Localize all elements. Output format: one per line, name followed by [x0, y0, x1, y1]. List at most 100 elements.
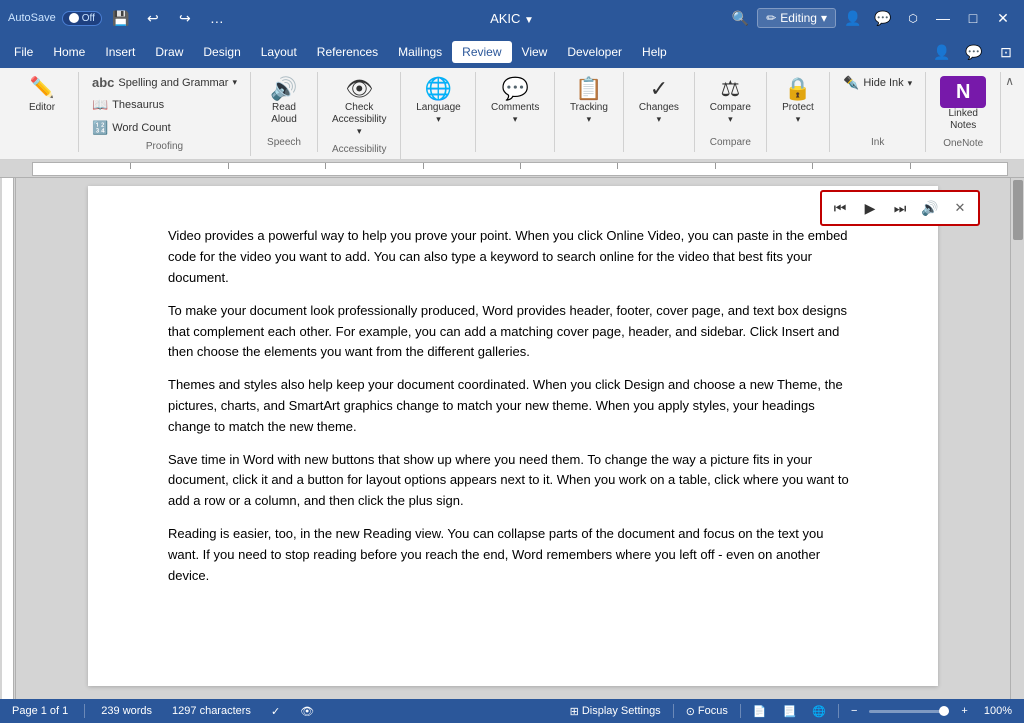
zoom-minus-button[interactable]: − — [847, 705, 861, 717]
hide-ink-button[interactable]: ✒️ Hide Ink ▾ — [838, 72, 917, 94]
paragraph-3: Themes and styles also help keep your do… — [168, 375, 858, 437]
menu-bar: File Home Insert Draw Design Layout Refe… — [0, 36, 1024, 68]
changes-icon: ✓ — [650, 76, 668, 102]
right-scrollbar[interactable] — [1010, 178, 1024, 699]
page-label: Page 1 of 1 — [12, 705, 68, 717]
comments-ribbon-button[interactable]: 💬 Comments ▾ — [484, 72, 545, 130]
document-area[interactable]: ⏮ ▶ ⏭ 🔊 ✕ Video provides a powerful way … — [16, 178, 1010, 699]
title-bar-right: 🔍 ✏ Editing ▾ 👤 💬 ⬡ — □ ✕ — [680, 5, 1016, 31]
more-button[interactable]: … — [204, 5, 230, 31]
compare-button[interactable]: ⚖ Compare ▾ — [703, 72, 758, 130]
maximize-button[interactable]: □ — [960, 5, 986, 31]
menu-insert[interactable]: Insert — [95, 41, 145, 63]
linked-notes-button[interactable]: N LinkedNotes — [934, 72, 992, 136]
word-count-button[interactable]: 🔢 Word Count — [87, 117, 242, 139]
view-mode-read[interactable]: 📄 — [749, 705, 771, 718]
view-mode-print[interactable]: 📃 — [779, 705, 801, 718]
share-button[interactable]: 👤 — [840, 5, 866, 31]
ribbon-collapse-button[interactable]: ∧ — [1001, 72, 1018, 90]
comments-ribbon-label: Comments ▾ — [490, 102, 539, 126]
read-aloud-speaker-button[interactable]: 🔊 — [916, 194, 944, 222]
menu-mailings[interactable]: Mailings — [388, 41, 452, 63]
redo-button[interactable]: ↪ — [172, 5, 198, 31]
display-settings-button[interactable]: ⊞ Display Settings — [566, 705, 665, 718]
paragraph-2: To make your document look professionall… — [168, 301, 858, 363]
menu-developer[interactable]: Developer — [557, 41, 632, 63]
status-bar-right: ⊞ Display Settings ⊙ Focus 📄 📃 🌐 − + 100… — [566, 704, 1016, 718]
accessibility-label: Accessibility — [326, 142, 392, 155]
page-status[interactable]: Page 1 of 1 — [8, 705, 72, 717]
minimize-button[interactable]: — — [930, 5, 956, 31]
ribbon-group-speech: 🔊 ReadAloud Speech — [251, 72, 318, 152]
app-title: AKIC ▼ — [344, 11, 680, 26]
autosave-off-label: Off — [82, 13, 95, 24]
ribbon-toggle-button[interactable]: ⬡ — [900, 5, 926, 31]
focus-button[interactable]: ⊙ Focus — [682, 705, 732, 718]
ribbon-group-protect: 🔒 Protect ▾ — [767, 72, 830, 152]
menu-references[interactable]: References — [307, 41, 388, 63]
language-button[interactable]: 🌐 Language ▾ — [409, 72, 467, 130]
focus-label: Focus — [698, 705, 728, 717]
editing-badge[interactable]: ✏ Editing ▾ — [757, 8, 836, 28]
autosave-toggle[interactable]: Off — [62, 11, 102, 26]
comments-menu-button[interactable]: 💬 — [960, 38, 988, 66]
thesaurus-button[interactable]: 📖 Thesaurus — [87, 94, 242, 116]
search-button[interactable]: 🔍 — [727, 5, 753, 31]
menu-file[interactable]: File — [4, 41, 43, 63]
menu-design[interactable]: Design — [193, 41, 250, 63]
comments-title-button[interactable]: 💬 — [870, 5, 896, 31]
language-icon: 🌐 — [425, 76, 452, 102]
undo-button[interactable]: ↩ — [140, 5, 166, 31]
read-aloud-label: ReadAloud — [271, 102, 297, 126]
ribbon-group-accessibility: 👁 CheckAccessibility ▾ Accessibility — [318, 72, 401, 159]
read-aloud-toolbar: ⏮ ▶ ⏭ 🔊 ✕ — [820, 190, 980, 226]
options-menu-button[interactable]: ⊡ — [992, 38, 1020, 66]
ribbon-group-language: 🌐 Language ▾ — [401, 72, 476, 152]
status-sep-1 — [84, 704, 85, 718]
ribbon-group-proofing: abc Spelling and Grammar ▾ 📖 Thesaurus 🔢… — [79, 72, 251, 156]
chars-label: 1297 characters — [172, 705, 251, 717]
words-status[interactable]: 239 words — [97, 705, 156, 717]
check-accessibility-button[interactable]: 👁 CheckAccessibility ▾ — [326, 72, 392, 142]
menu-view[interactable]: View — [512, 41, 558, 63]
proofing-check-icon[interactable]: ✓ — [267, 705, 284, 718]
protect-button[interactable]: 🔒 Protect ▾ — [775, 72, 821, 130]
paragraph-1: Video provides a powerful way to help yo… — [168, 226, 858, 288]
protect-icon: 🔒 — [784, 76, 811, 102]
zoom-plus-button[interactable]: + — [957, 705, 971, 717]
menu-help[interactable]: Help — [632, 41, 677, 63]
accessibility-status-icon[interactable]: 👁 — [296, 705, 318, 718]
ribbon-group-ink: ✒️ Hide Ink ▾ Ink — [830, 72, 926, 152]
menu-home[interactable]: Home — [43, 41, 95, 63]
status-sep-2 — [673, 704, 674, 718]
zoom-slider[interactable] — [869, 710, 949, 713]
scroll-thumb[interactable] — [1013, 180, 1023, 240]
chars-status[interactable]: 1297 characters — [168, 705, 255, 717]
ink-label: Ink — [838, 135, 917, 148]
editor-button[interactable]: ✏️ Editor — [14, 72, 70, 118]
language-label: Language ▾ — [415, 102, 461, 126]
read-aloud-next-button[interactable]: ⏭ — [886, 194, 914, 222]
read-aloud-close-button[interactable]: ✕ — [946, 194, 974, 222]
autosave-label: AutoSave — [8, 12, 56, 24]
paragraph-4: Save time in Word with new buttons that … — [168, 450, 858, 512]
dropdown-icon[interactable]: ▼ — [524, 15, 534, 26]
proofing-label: Proofing — [87, 139, 242, 152]
paragraph-5: Reading is easier, too, in the new Readi… — [168, 524, 858, 586]
onenote-icon-container: N — [940, 76, 986, 108]
read-aloud-prev-button[interactable]: ⏮ — [826, 194, 854, 222]
tracking-button[interactable]: 📋 Tracking ▾ — [563, 72, 615, 130]
menu-review[interactable]: Review — [452, 41, 511, 63]
share-menu-button[interactable]: 👤 — [928, 38, 956, 66]
menu-layout[interactable]: Layout — [251, 41, 307, 63]
menu-draw[interactable]: Draw — [145, 41, 193, 63]
spelling-grammar-button[interactable]: abc Spelling and Grammar ▾ — [87, 72, 242, 93]
editing-label: Editing — [780, 11, 817, 25]
close-button[interactable]: ✕ — [990, 5, 1016, 31]
read-aloud-button[interactable]: 🔊 ReadAloud — [259, 72, 309, 130]
view-mode-web[interactable]: 🌐 — [808, 705, 830, 718]
zoom-level-button[interactable]: 100% — [980, 705, 1016, 717]
save-button[interactable]: 💾 — [108, 5, 134, 31]
changes-button[interactable]: ✓ Changes ▾ — [632, 72, 686, 130]
read-aloud-play-button[interactable]: ▶ — [856, 194, 884, 222]
